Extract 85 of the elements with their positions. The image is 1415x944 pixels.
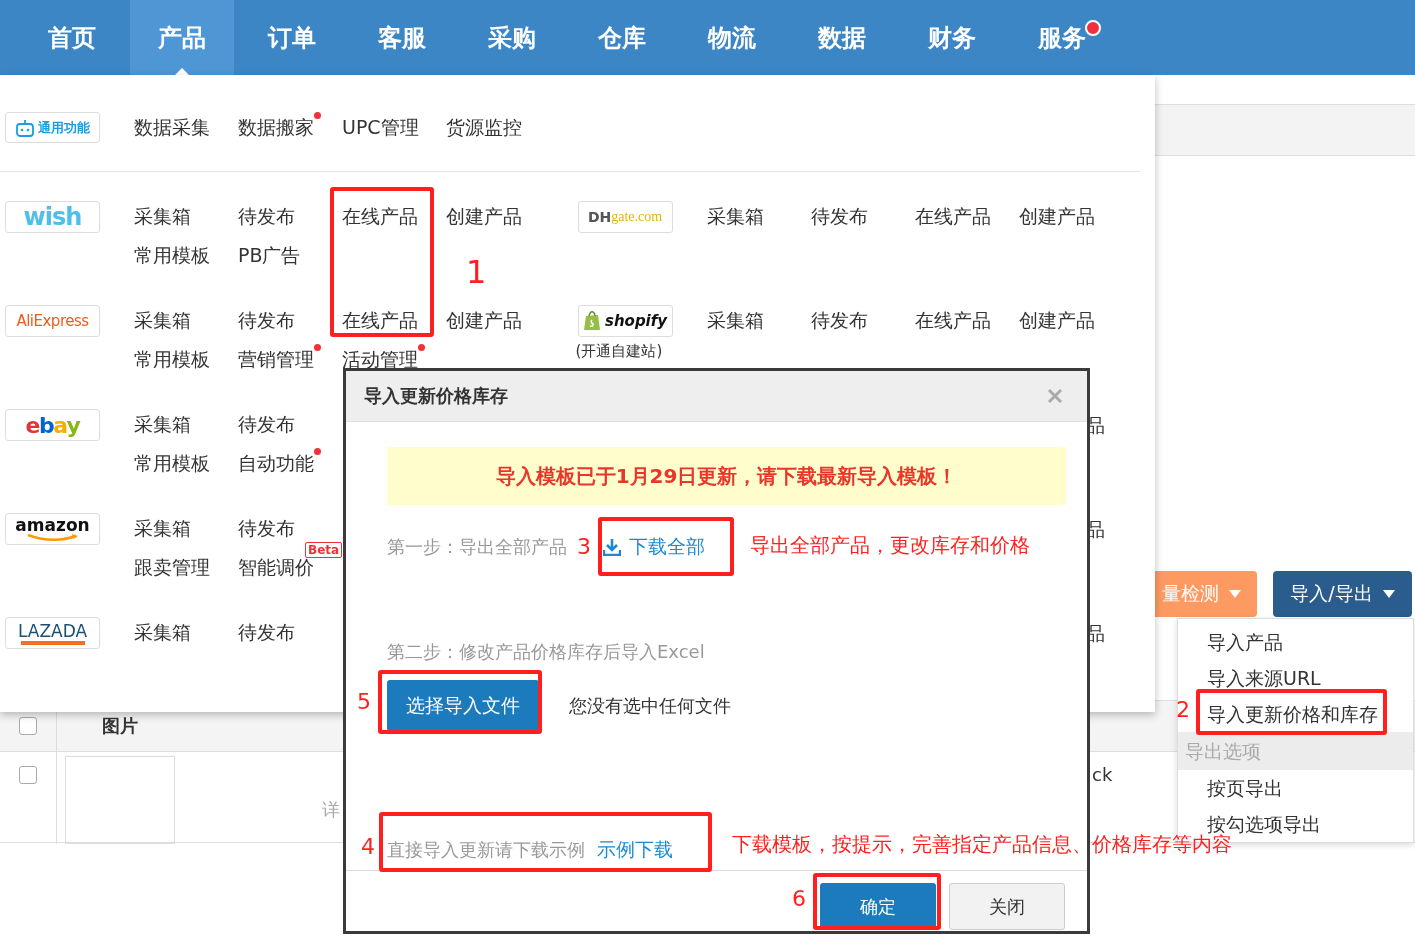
menu-link[interactable]: 常用模板	[134, 451, 210, 474]
menu-link[interactable]: 采集箱	[706, 309, 764, 331]
beta-tag: Beta	[305, 541, 343, 558]
menu-group-header: 导出选项	[1178, 732, 1413, 770]
table-cell: ck	[1092, 764, 1113, 785]
menu-link[interactable]: 数据采集	[134, 115, 210, 138]
dialog-title: 导入更新价格库存	[364, 384, 508, 408]
file-status: 您没有选中任何文件	[569, 693, 731, 718]
checkbox[interactable]	[19, 766, 37, 784]
nav-tab[interactable]: 财务	[900, 0, 1004, 75]
platform-logo[interactable]: ebay	[5, 409, 100, 441]
menu-link[interactable]: 创建产品	[446, 205, 522, 227]
platform-logo[interactable]: DHgate.com	[577, 201, 673, 233]
menu-link[interactable]: 待发布	[238, 205, 295, 227]
menu-link[interactable]: 采集箱	[134, 621, 191, 643]
menu-link[interactable]: 营销管理	[238, 347, 314, 370]
menu-link[interactable]: 待发布	[238, 621, 295, 643]
step-label: 第一步：导出全部产品	[387, 535, 567, 559]
nav-tab[interactable]: 仓库	[570, 0, 674, 75]
menu-item[interactable]: 导入更新价格和库存	[1207, 702, 1378, 726]
menu-link[interactable]: 创建产品	[1018, 309, 1095, 331]
checkbox[interactable]	[19, 717, 37, 735]
nav-tab[interactable]: 服务	[1010, 0, 1114, 75]
step-number: 1	[466, 256, 487, 288]
general-badge: 通用功能	[5, 112, 100, 143]
menu-link[interactable]: 在线产品	[914, 309, 991, 331]
menu-link[interactable]: 采集箱	[134, 309, 191, 331]
menu-link[interactable]: 待发布	[810, 205, 868, 227]
menu-link[interactable]: 采集箱	[134, 517, 191, 539]
notice-text: 导入模板已于1月29日更新，请下载最新导入模板！	[495, 462, 958, 490]
menu-link[interactable]: 创建产品	[446, 309, 522, 331]
menu-link[interactable]: 常用模板	[134, 243, 210, 266]
menu-link[interactable]: 待发布	[238, 413, 295, 435]
sample-label: 直接导入更新请下载示例	[387, 838, 585, 862]
nav-tab[interactable]: 物流	[680, 0, 784, 75]
menu-link[interactable]: 在线产品	[342, 309, 418, 331]
menu-link[interactable]: 采集箱	[134, 205, 191, 227]
note-text: (开通自建站)	[575, 342, 664, 361]
menu-link[interactable]: 待发布	[810, 309, 868, 331]
menu-link[interactable]: 跟卖管理	[134, 555, 210, 578]
menu-link[interactable]: 创建产品	[1018, 205, 1095, 227]
caret-icon	[1382, 590, 1395, 598]
import-export-button[interactable]: 导入/导出	[1273, 571, 1412, 617]
menu-link[interactable]: 自动功能	[238, 451, 314, 474]
menu-link[interactable]: 采集箱	[134, 413, 191, 435]
menu-item[interactable]: 导入来源URL	[1207, 666, 1321, 690]
download-all-link[interactable]: 下载全部	[603, 534, 705, 560]
platform-logo[interactable]: shopify	[577, 305, 673, 337]
nav-tab[interactable]: 采购	[460, 0, 564, 75]
menu-link[interactable]: 常用模板	[134, 347, 210, 370]
column-header: 图片	[102, 714, 138, 738]
step-number: 6	[792, 888, 806, 910]
menu-link[interactable]: 在线产品	[342, 205, 418, 227]
menu-link[interactable]: 货源监控	[446, 115, 522, 138]
step-number: 5	[357, 691, 371, 713]
step-number: 4	[361, 836, 375, 858]
sample-download-link[interactable]: 示例下载	[597, 837, 673, 863]
menu-link[interactable]: 待发布	[238, 517, 295, 539]
caret-icon	[1229, 590, 1241, 598]
table-cell: 详	[322, 799, 340, 820]
nav-tab[interactable]: 客服	[350, 0, 454, 75]
step-label: 第二步：修改产品价格库存后导入Excel	[387, 640, 705, 664]
menu-link[interactable]: 待发布	[238, 309, 295, 331]
menu-link[interactable]: UPC管理	[342, 115, 419, 138]
menu-link[interactable]: 活动管理	[342, 347, 418, 370]
close-button[interactable]: 关闭	[949, 883, 1065, 930]
platform-logo[interactable]: amazon	[5, 513, 100, 545]
platform-logo[interactable]: LAZADA	[5, 617, 100, 649]
download-icon	[603, 538, 621, 556]
robot-icon	[15, 118, 35, 137]
menu-link[interactable]: 在线产品	[914, 205, 991, 227]
step-number: 2	[1176, 699, 1190, 721]
step-number: 3	[577, 536, 591, 558]
nav-tab[interactable]: 订单	[240, 0, 344, 75]
menu-item[interactable]: 导入产品	[1207, 630, 1283, 654]
close-icon[interactable]	[1047, 388, 1063, 404]
nav-tab[interactable]: 数据	[790, 0, 894, 75]
menu-link[interactable]: 数据搬家	[238, 115, 314, 138]
annotation-text: 导出全部产品，更改库存和价格	[750, 532, 1030, 559]
menu-item[interactable]: 按页导出	[1207, 776, 1283, 800]
menu-link[interactable]: 采集箱	[706, 205, 764, 227]
nav-tab[interactable]: 首页	[20, 0, 124, 75]
menu-link[interactable]: PB广告	[238, 243, 301, 266]
choose-file-button[interactable]: 选择导入文件	[387, 680, 539, 731]
menu-link[interactable]: 智能调价	[238, 555, 314, 578]
